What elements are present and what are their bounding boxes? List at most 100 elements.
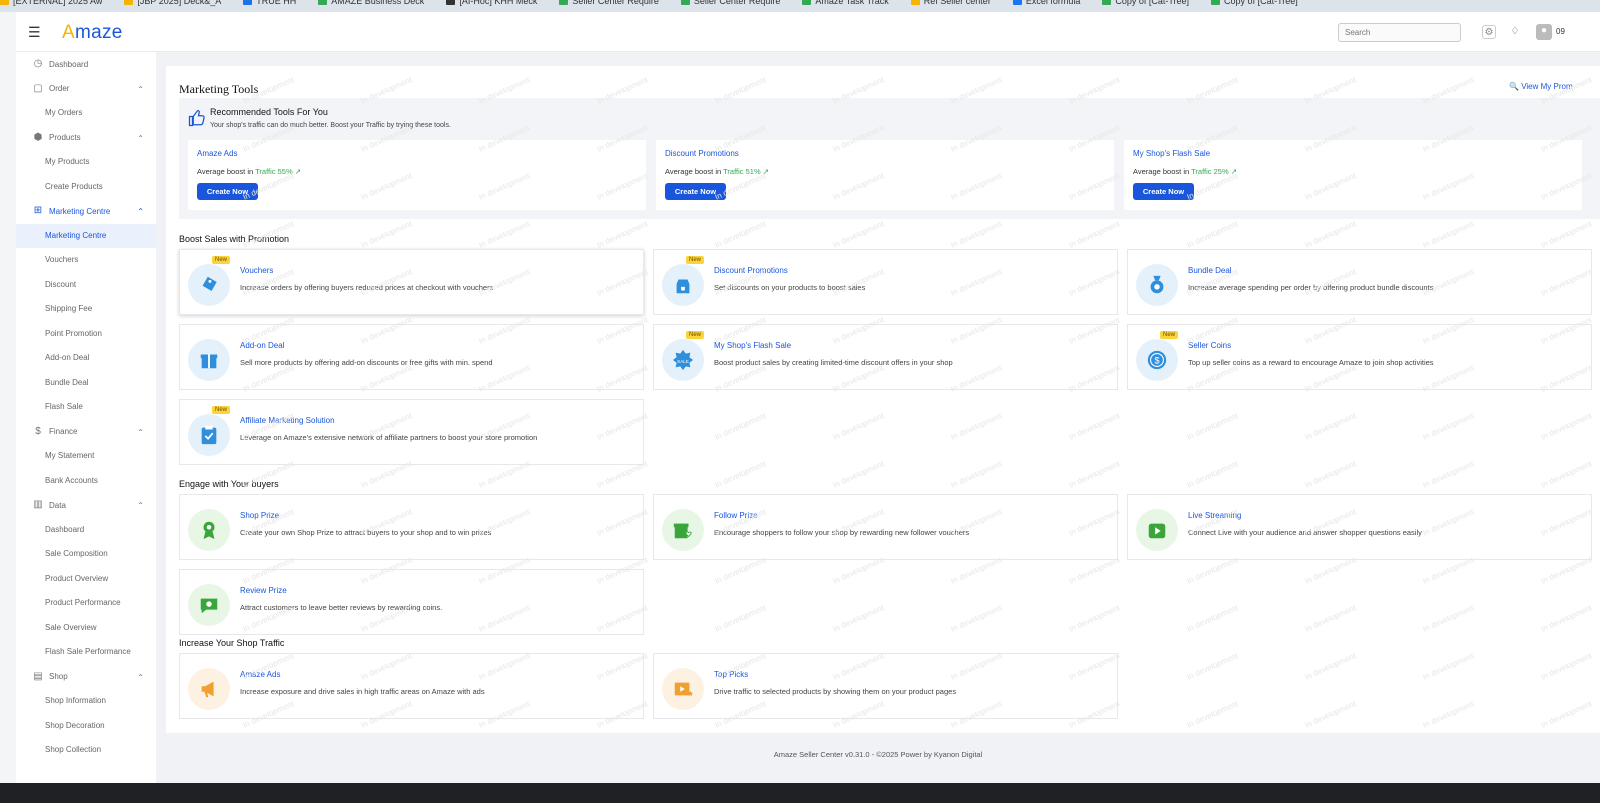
promotion-tool-card[interactable]: Live Streaming Connect Live with your aud…	[1127, 494, 1592, 560]
promotion-tool-card[interactable]: Add-on Deal Sell more products by offerin…	[179, 324, 644, 390]
promotion-tool-card[interactable]: New Affiliate Marketing Solution Leverage …	[179, 399, 644, 465]
chevron-up-icon[interactable]: ⌃	[137, 85, 144, 94]
promotion-tool-card[interactable]: Bundle Deal Increase average spending per…	[1127, 249, 1592, 315]
view-my-promotions-link[interactable]: 🔍 View My Prom	[1509, 82, 1573, 91]
sidebar-subitem[interactable]: Flash Sale	[16, 395, 156, 420]
sidebar-subitem[interactable]: Add-on Deal	[16, 346, 156, 371]
sidebar-subitem[interactable]: Sale Composition	[16, 542, 156, 567]
tool-card-title[interactable]: Live Streaming	[1188, 511, 1241, 520]
chevron-up-icon[interactable]: ⌃	[137, 673, 144, 682]
chevron-up-icon[interactable]: ⌃	[137, 134, 144, 143]
tool-card-title[interactable]: Bundle Deal	[1188, 266, 1232, 275]
bookmark-item[interactable]: Excel formula	[1012, 0, 1080, 5]
sidebar-subitem[interactable]: Shop Collection	[16, 738, 156, 763]
bookmark-item[interactable]: Amaze Task Track	[802, 0, 889, 5]
recommended-card-title[interactable]: My Shop's Flash Sale	[1133, 149, 1210, 158]
tool-card-title[interactable]: Review Prize	[240, 586, 287, 595]
create-now-button[interactable]: Create Now	[197, 183, 258, 200]
tool-card-title[interactable]: Seller Coins	[1188, 341, 1231, 350]
bookmark-item[interactable]: Copy of [Cat-Tree]	[1211, 0, 1298, 5]
view-promotions-label: View My Prom	[1521, 82, 1573, 91]
sidebar-item-dashboard[interactable]: ◷ Dashboard	[16, 52, 156, 77]
sidebar-subitem[interactable]: Shipping Fee	[16, 297, 156, 322]
amaze-logo[interactable]: Amaze	[62, 22, 123, 44]
sidebar-subitem[interactable]: Create Products	[16, 175, 156, 200]
sidebar-subitem[interactable]: Shop Information	[16, 689, 156, 714]
sidebar-subitem[interactable]: Marketing Centre	[16, 223, 156, 248]
bookmark-item[interactable]: [AI-Hoc] KHH Meck	[446, 0, 537, 5]
bookmark-item[interactable]: Ref Seller center	[910, 0, 991, 5]
tool-card-title[interactable]: Vouchers	[240, 266, 273, 275]
tool-card-title[interactable]: My Shop's Flash Sale	[714, 341, 791, 350]
tool-card-title[interactable]: Shop Prize	[240, 511, 279, 520]
bookmark-item[interactable]: Seller Center Require	[559, 0, 659, 5]
promotion-tool-card[interactable]: Shop Prize Create your own Shop Prize to …	[179, 494, 644, 560]
avatar-icon[interactable]: ●	[1536, 24, 1552, 40]
watermark-text: In development	[713, 219, 768, 250]
sidebar-subitem[interactable]: Vouchers	[16, 248, 156, 273]
sidebar-subitem[interactable]: Shop Decoration	[16, 714, 156, 739]
tool-card-title[interactable]: Discount Promotions	[714, 266, 788, 275]
sidebar-subitem[interactable]: Product Overview	[16, 567, 156, 592]
recommended-card-title[interactable]: Discount Promotions	[665, 149, 739, 158]
chevron-up-icon[interactable]: ⌃	[137, 501, 144, 510]
main-content: Marketing Tools 🔍 View My Prom Recommend…	[166, 66, 1600, 733]
gear-icon[interactable]: ⚙	[1482, 25, 1496, 39]
sidebar-subitem[interactable]: Bank Accounts	[16, 469, 156, 494]
promotion-tool-card[interactable]: New Vouchers Increase orders by offering b…	[179, 249, 644, 315]
sidebar-subitem[interactable]: My Orders	[16, 101, 156, 126]
bookmark-item[interactable]: TRUE HH	[243, 0, 296, 5]
chevron-up-icon[interactable]: ⌃	[137, 207, 144, 216]
promotion-tool-card[interactable]: Top Picks Drive traffic to selected produ…	[653, 653, 1118, 719]
bookmark-item[interactable]: Copy of [Cat-Tree]	[1102, 0, 1189, 5]
logo-text: maze	[74, 22, 123, 43]
sidebar-item-finance[interactable]: $ Finance ⌃	[16, 420, 156, 445]
bookmark-item[interactable]: AMAZE Business Deck	[318, 0, 424, 5]
tool-card-title[interactable]: Amaze Ads	[240, 670, 280, 679]
sidebar-subitem[interactable]: Discount	[16, 273, 156, 298]
boost-traffic-value: Traffic 51%	[723, 167, 761, 176]
recommended-card: Discount Promotions Average boost in Traf…	[656, 140, 1114, 210]
sidebar-subitem[interactable]: My Statement	[16, 444, 156, 469]
bookmark-favicon-icon	[1102, 0, 1112, 5]
sidebar-subitem[interactable]: Point Promotion	[16, 322, 156, 347]
promotion-tool-card[interactable]: Review Prize Attract customers to leave b…	[179, 569, 644, 635]
sidebar-subitem[interactable]: Sale Overview	[16, 616, 156, 641]
recommended-title: Recommended Tools For You	[210, 107, 328, 117]
menu-icon[interactable]: ☰	[28, 24, 41, 41]
sidebar-item-shop[interactable]: ▤ Shop ⌃	[16, 665, 156, 690]
bookmark-item[interactable]: [EXTERNAL] 2025 Aw	[0, 0, 102, 5]
create-now-button[interactable]: Create Now	[1133, 183, 1194, 200]
promotion-tool-card[interactable]: Amaze Ads Increase exposure and drive sal…	[179, 653, 644, 719]
sidebar-subitem[interactable]: Flash Sale Performance	[16, 640, 156, 665]
sidebar-item-products[interactable]: ⬢ Products ⌃	[16, 126, 156, 151]
promotion-tool-card[interactable]: Follow Prize Encourage shoppers to follow…	[653, 494, 1118, 560]
sidebar-subitem[interactable]: Dashboard	[16, 518, 156, 543]
tool-card-title[interactable]: Follow Prize	[714, 511, 758, 520]
tool-card-title[interactable]: Top Picks	[714, 670, 748, 679]
clipboard-check-icon	[188, 414, 230, 456]
watermark-text: In development	[831, 411, 886, 442]
sidebar-subitem[interactable]: Product Performance	[16, 591, 156, 616]
sidebar-item-order[interactable]: ▢ Order ⌃	[16, 77, 156, 102]
promotion-tool-card[interactable]: $ New Seller Coins Top up seller coins as a…	[1127, 324, 1592, 390]
bookmark-favicon-icon	[559, 0, 569, 5]
bell-icon[interactable]: ♢	[1508, 25, 1522, 39]
sidebar-item-marketing-centre[interactable]: ⊞ Marketing Centre ⌃	[16, 199, 156, 224]
bookmark-item[interactable]: [JBP 2025] Deck&_A	[124, 0, 221, 5]
sidebar-item-data[interactable]: ▥ Data ⌃	[16, 493, 156, 518]
tool-card-description: Boost product sales by creating limited-…	[714, 358, 953, 367]
chevron-up-icon[interactable]: ⌃	[137, 428, 144, 437]
sidebar-subitem[interactable]: My Products	[16, 150, 156, 175]
search-input[interactable]	[1338, 23, 1461, 42]
tool-card-title[interactable]: Add-on Deal	[240, 341, 284, 350]
bookmark-item[interactable]: Seller Center Require	[680, 0, 780, 5]
create-now-button[interactable]: Create Now	[665, 183, 726, 200]
watermark-text: In development	[1303, 411, 1358, 442]
promotion-tool-card[interactable]: SALE New My Shop's Flash Sale Boost product…	[653, 324, 1118, 390]
tool-card-title[interactable]: Affiliate Marketing Solution	[240, 416, 335, 425]
sidebar-subitem[interactable]: Bundle Deal	[16, 371, 156, 396]
account-name[interactable]: 09	[1556, 27, 1565, 36]
recommended-card-title[interactable]: Amaze Ads	[197, 149, 237, 158]
promotion-tool-card[interactable]: New Discount Promotions Set discounts on y…	[653, 249, 1118, 315]
